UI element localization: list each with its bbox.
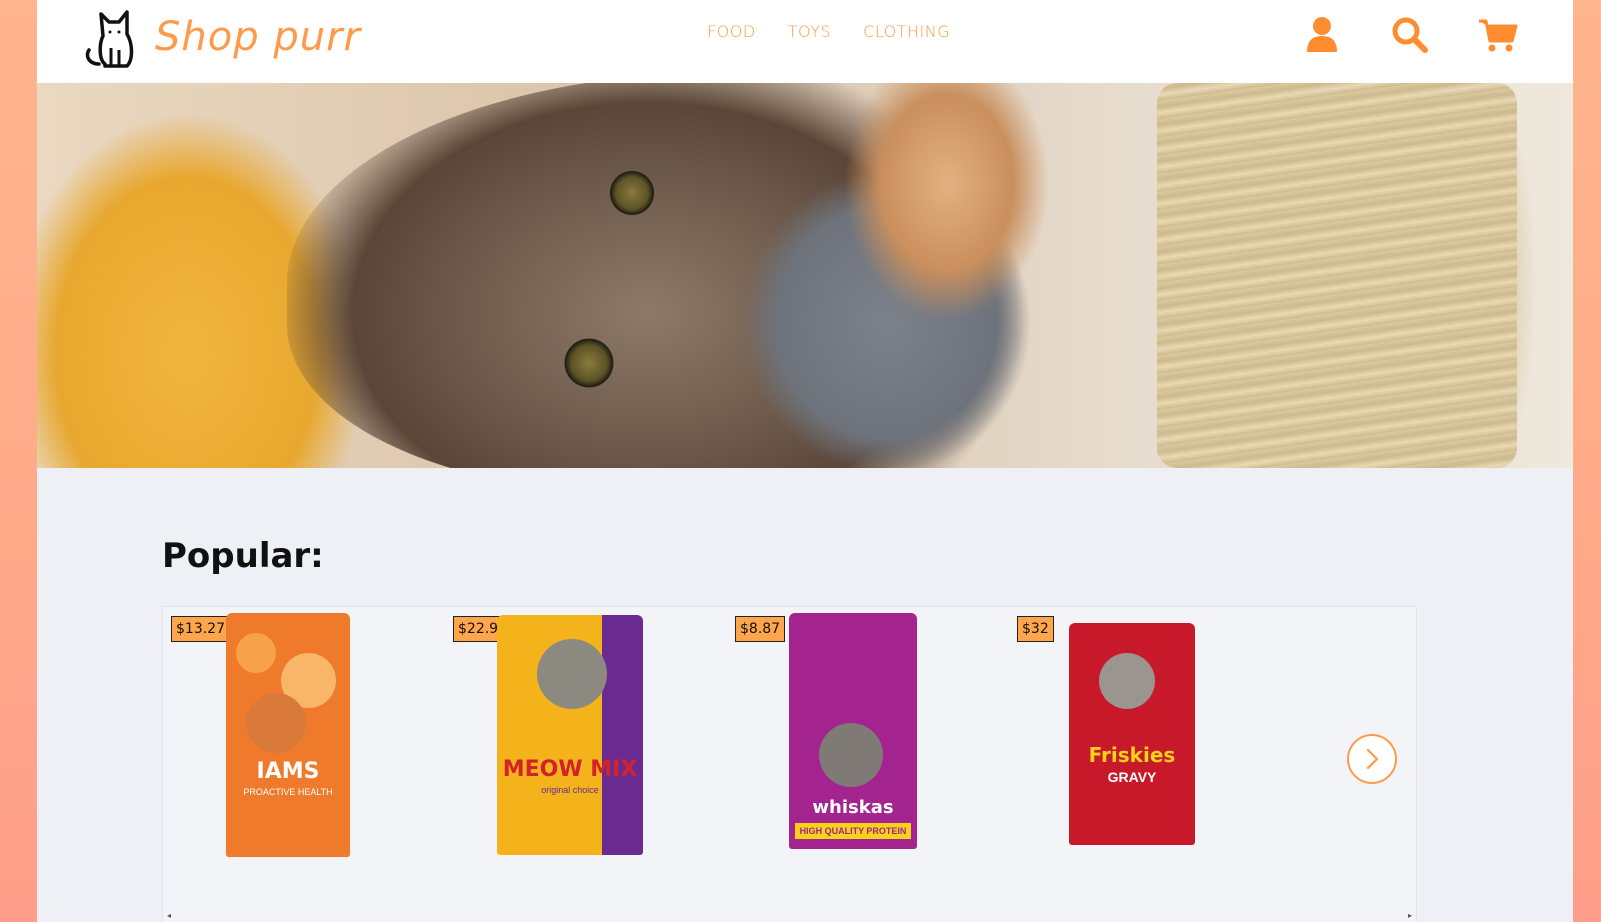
nav-clothing[interactable]: CLOTHING — [863, 22, 950, 41]
nav-toys[interactable]: TOYS — [788, 22, 831, 41]
header-icons — [1302, 14, 1518, 56]
product-card[interactable]: $32 Friskies GRAVY — [1009, 607, 1289, 917]
site-header: Shop purr FOOD TOYS CLOTHING — [37, 0, 1573, 83]
user-icon[interactable] — [1302, 14, 1342, 56]
product-subtitle: PROACTIVE HEALTH — [243, 787, 333, 797]
product-image-meowmix: MEOW MIX original choice — [497, 615, 643, 855]
product-brand: IAMS — [256, 759, 320, 784]
page: Shop purr FOOD TOYS CLOTHING Popular: $1… — [37, 0, 1573, 922]
search-icon[interactable] — [1390, 14, 1430, 56]
scratching-post-image — [1157, 83, 1517, 468]
scroll-left-icon[interactable]: ◂ — [167, 911, 171, 920]
price-badge: $32 — [1017, 616, 1054, 642]
cart-icon[interactable] — [1478, 14, 1518, 56]
carousel-next-button[interactable] — [1347, 734, 1397, 784]
product-card[interactable]: $13.27 IAMS PROACTIVE HEALTH — [163, 607, 443, 917]
product-brand: MEOW MIX — [502, 757, 638, 782]
product-subtitle: GRAVY — [1107, 769, 1157, 785]
product-carousel: $13.27 IAMS PROACTIVE HEALTH $22.98 MEOW… — [162, 606, 1417, 922]
product-card[interactable]: $22.98 MEOW MIX original choice — [445, 607, 725, 917]
product-image-whiskas: whiskas HIGH QUALITY PROTEIN — [789, 613, 917, 849]
chevron-right-icon — [1366, 748, 1379, 770]
logo[interactable]: Shop purr — [85, 4, 385, 76]
scroll-right-icon[interactable]: ▸ — [1408, 911, 1412, 920]
price-badge: $8.87 — [735, 616, 786, 642]
product-subtitle: original choice — [541, 785, 599, 795]
product-subtitle: HIGH QUALITY PROTEIN — [795, 823, 911, 839]
logo-text: Shop purr — [155, 14, 361, 60]
product-image-iams: IAMS PROACTIVE HEALTH — [226, 613, 350, 857]
product-brand: Friskies — [1088, 743, 1176, 767]
product-image-friskies: Friskies GRAVY — [1069, 623, 1195, 845]
nav-food[interactable]: FOOD — [707, 22, 756, 41]
cat-logo-icon — [85, 10, 134, 68]
main-nav: FOOD TOYS CLOTHING — [707, 22, 950, 41]
product-brand: whiskas — [812, 797, 894, 818]
popular-heading: Popular: — [162, 536, 324, 576]
hero-banner — [37, 83, 1573, 468]
cat-paw-image — [817, 83, 1117, 468]
price-badge: $13.27 — [171, 616, 230, 642]
product-card[interactable]: $8.87 whiskas HIGH QUALITY PROTEIN — [727, 607, 1007, 917]
